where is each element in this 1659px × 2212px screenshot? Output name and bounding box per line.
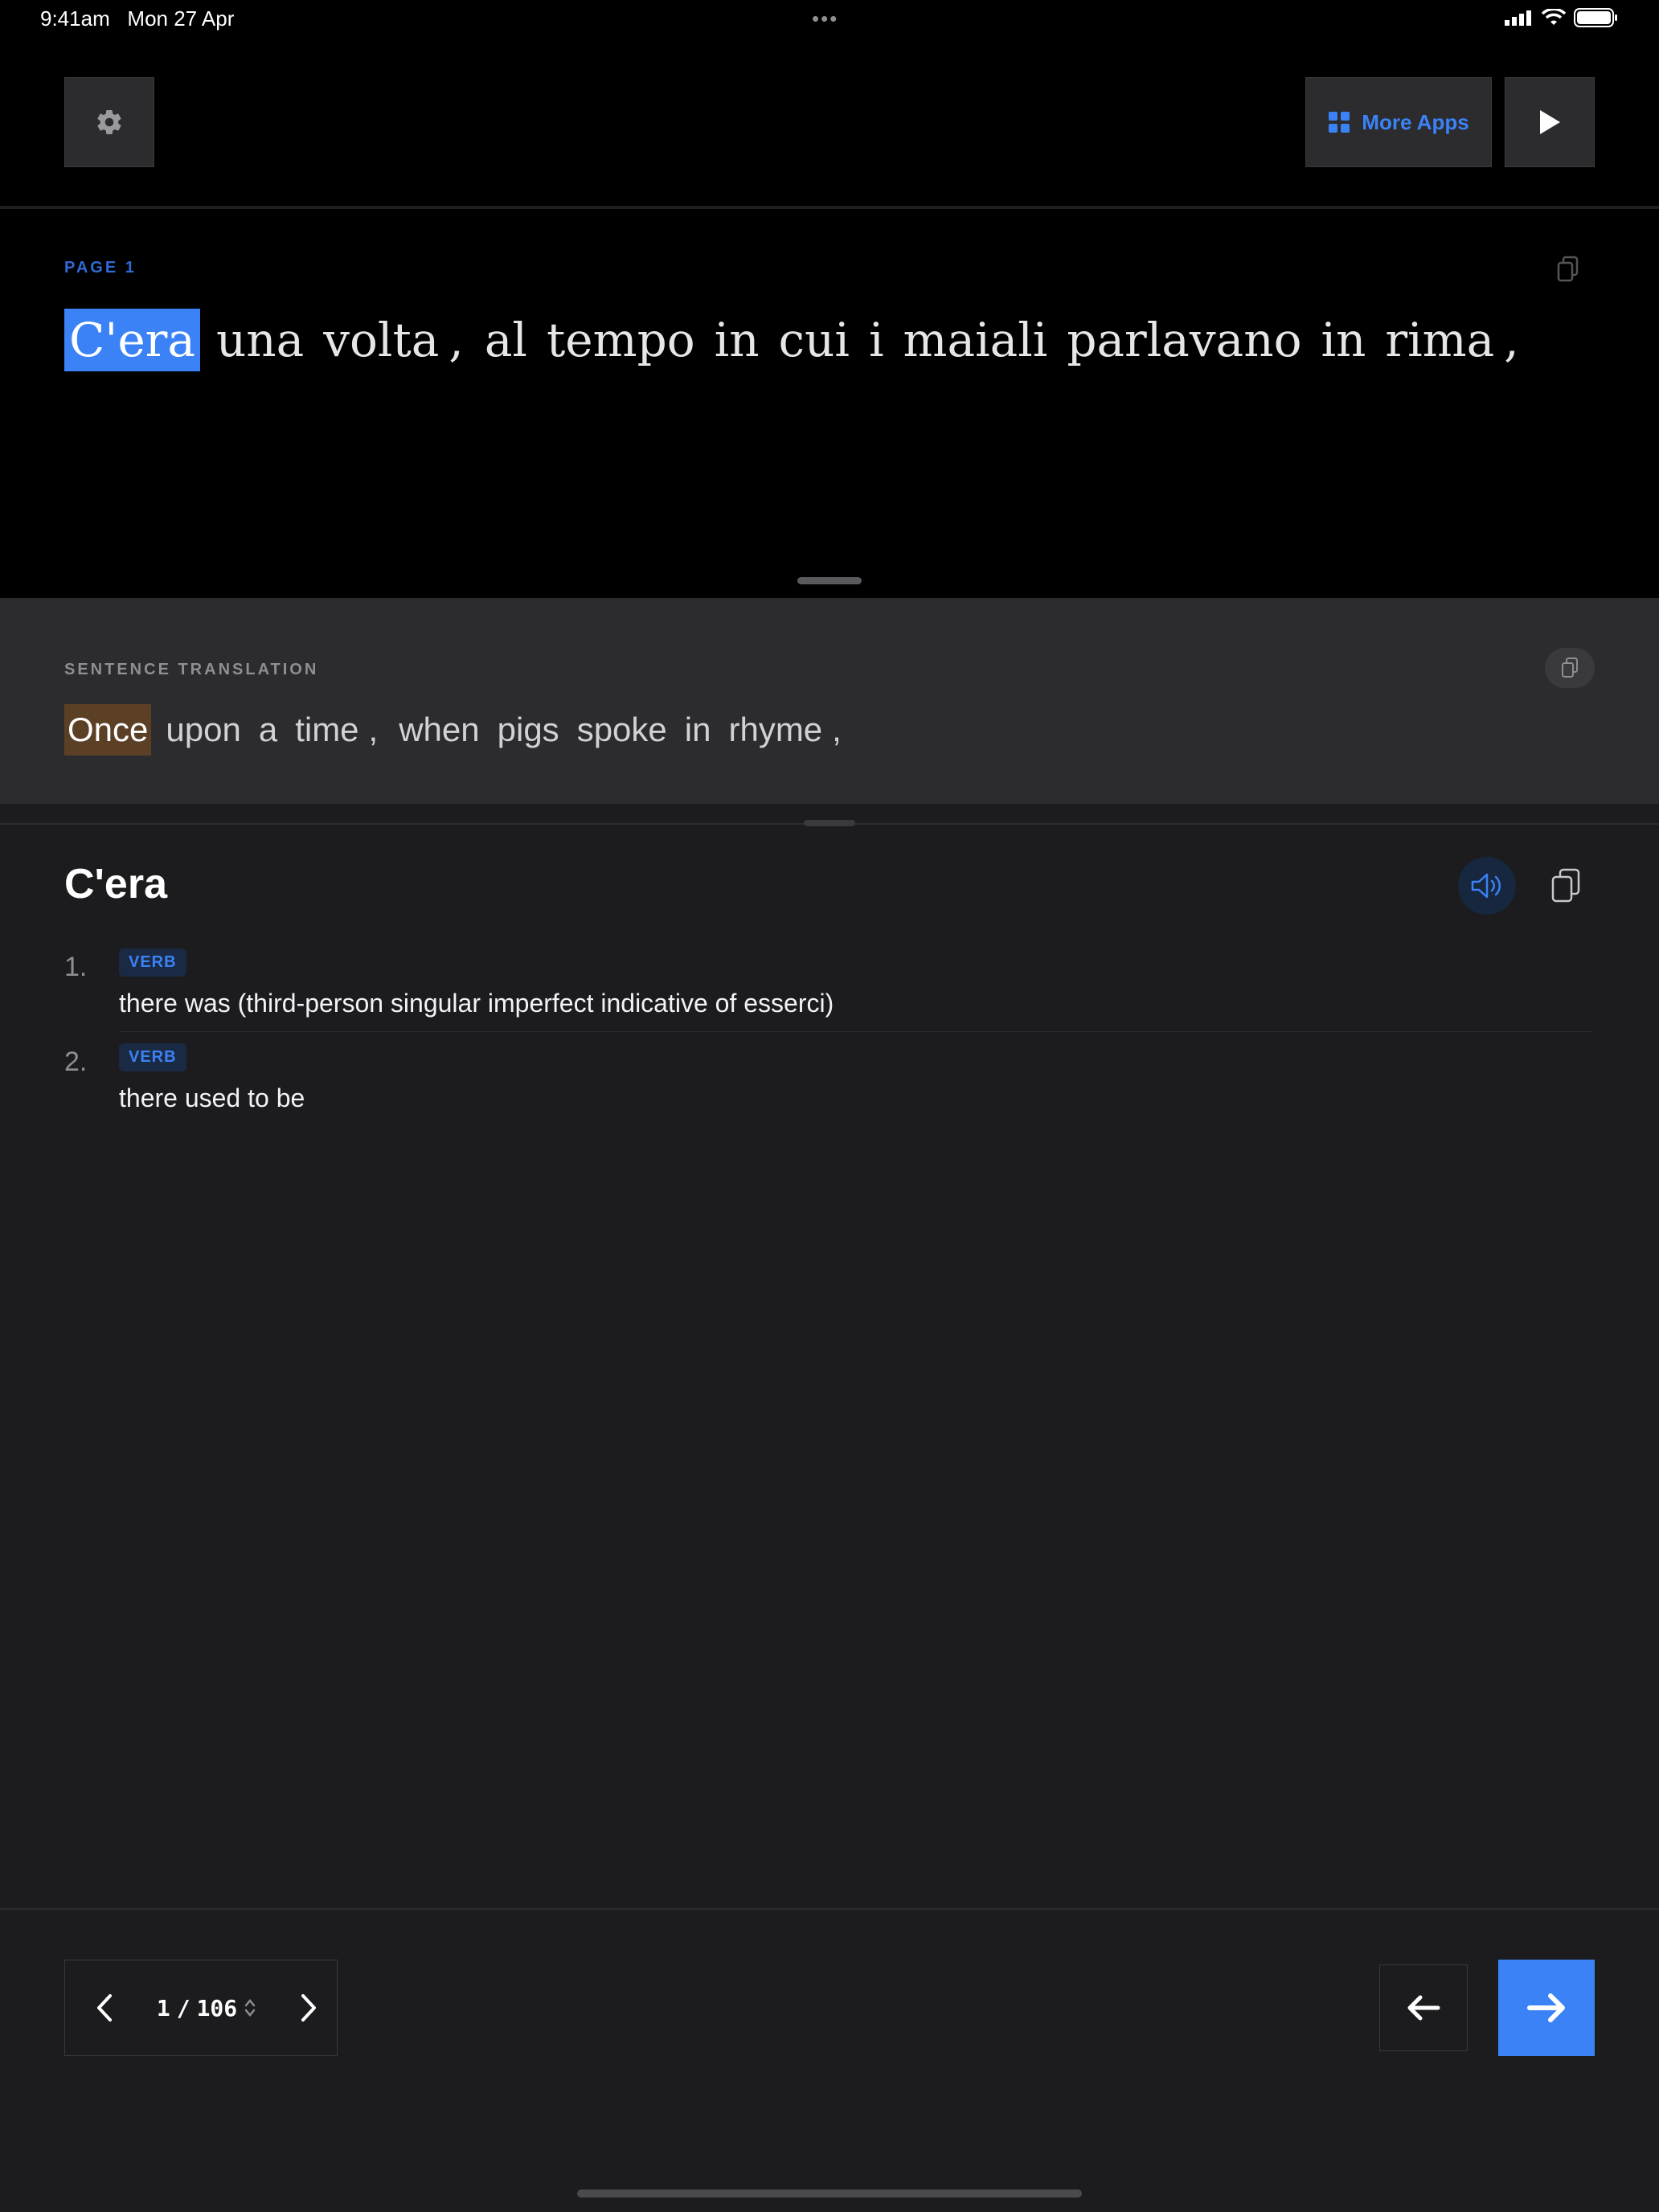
- word[interactable]: maiali: [900, 312, 1051, 368]
- selected-word[interactable]: Once: [64, 704, 152, 756]
- resize-handle[interactable]: [804, 820, 855, 826]
- dictionary-headword: C'era: [64, 861, 167, 907]
- copy-icon: [1562, 657, 1578, 678]
- word[interactable]: volta: [320, 312, 442, 368]
- punctuation: ,: [832, 711, 842, 748]
- dictionary-copy-button[interactable]: [1543, 860, 1588, 911]
- definition-number: 2.: [64, 1047, 88, 1077]
- status-date: Mon 27 Apr: [127, 6, 235, 31]
- next-sentence-button[interactable]: [1498, 1960, 1595, 2056]
- pronounce-button[interactable]: [1458, 857, 1516, 915]
- page-picker[interactable]: 1 / 106: [133, 1995, 281, 2022]
- total-pages: 106: [196, 1994, 238, 2022]
- battery-icon: [1574, 8, 1617, 27]
- page-copy-button[interactable]: [1556, 256, 1580, 287]
- definition-number: 1.: [64, 952, 88, 982]
- page-label: PAGE 1: [64, 259, 137, 276]
- word[interactable]: al: [481, 312, 530, 368]
- resize-handle[interactable]: [797, 577, 862, 584]
- toolbar-divider: [0, 206, 1659, 209]
- previous-sentence-button[interactable]: [1379, 1964, 1468, 2051]
- more-apps-label: More Apps: [1362, 109, 1469, 134]
- definition-text: there used to be: [119, 1083, 305, 1112]
- home-indicator[interactable]: [577, 2189, 1082, 2198]
- word[interactable]: spoke: [574, 704, 670, 756]
- word[interactable]: in: [711, 312, 763, 368]
- chevron-left-icon: [97, 1994, 112, 2022]
- punctuation: ,: [449, 313, 464, 367]
- part-of-speech-tag: VERB: [119, 1043, 186, 1071]
- page-navigator: 1 / 106: [64, 1960, 338, 2056]
- arrow-left-icon: [1407, 1995, 1440, 2021]
- wifi-icon: [1542, 9, 1566, 25]
- word[interactable]: upon: [162, 704, 244, 756]
- word[interactable]: parlavano: [1063, 312, 1305, 368]
- page-separator: /: [176, 1994, 190, 2022]
- translation-label: SENTENCE TRANSLATION: [64, 661, 319, 678]
- word[interactable]: in: [1318, 312, 1370, 368]
- word[interactable]: i: [866, 312, 887, 368]
- cellular-signal-icon: [1505, 10, 1531, 26]
- source-sentence: C'era una volta, al tempo in cui i maiali parlava…: [64, 309, 1537, 371]
- status-time-date: 9:41am Mon 27 Apr: [40, 6, 234, 31]
- word[interactable]: time: [292, 704, 362, 756]
- arrow-right-icon: [1527, 1993, 1565, 2022]
- word[interactable]: a: [256, 704, 281, 756]
- status-time: 9:41am: [40, 6, 110, 31]
- bottom-bar-divider: [0, 1908, 1659, 1910]
- multitasking-dots[interactable]: •••: [812, 6, 838, 31]
- word[interactable]: in: [682, 704, 715, 756]
- gear-icon: [97, 110, 121, 135]
- definition-text: there was (third-person singular imperfe…: [119, 989, 834, 1018]
- settings-button[interactable]: [64, 77, 154, 167]
- speaker-icon: [1471, 873, 1501, 899]
- play-button[interactable]: [1505, 77, 1595, 167]
- translation-sentence: Once upon a time, when pigs spoke in rhyme,: [64, 704, 859, 756]
- word[interactable]: cui: [776, 312, 853, 368]
- next-page-button[interactable]: [281, 1960, 337, 2055]
- translation-copy-button[interactable]: [1545, 648, 1595, 688]
- punctuation: ,: [368, 711, 379, 748]
- word[interactable]: when: [395, 704, 482, 756]
- part-of-speech-tag: VERB: [119, 948, 186, 977]
- punctuation: ,: [1504, 313, 1519, 367]
- word[interactable]: rima: [1382, 312, 1497, 368]
- chevron-up-down-icon: [244, 1999, 256, 2017]
- grid-icon: [1329, 112, 1350, 133]
- word[interactable]: tempo: [543, 312, 698, 368]
- current-page: 1: [156, 1994, 170, 2022]
- chevron-right-icon: [301, 1994, 316, 2022]
- more-apps-button[interactable]: More Apps: [1305, 77, 1492, 167]
- word[interactable]: una: [213, 312, 307, 368]
- word[interactable]: pigs: [494, 704, 563, 756]
- word[interactable]: rhyme: [725, 704, 825, 756]
- translation-panel: [0, 598, 1659, 804]
- selected-word[interactable]: C'era: [64, 309, 200, 371]
- copy-icon: [1551, 868, 1580, 903]
- copy-icon: [1557, 256, 1579, 282]
- status-icons: [1505, 8, 1619, 27]
- previous-page-button[interactable]: [76, 1960, 133, 2055]
- play-icon: [1540, 110, 1560, 134]
- definition-separator: [119, 1031, 1593, 1032]
